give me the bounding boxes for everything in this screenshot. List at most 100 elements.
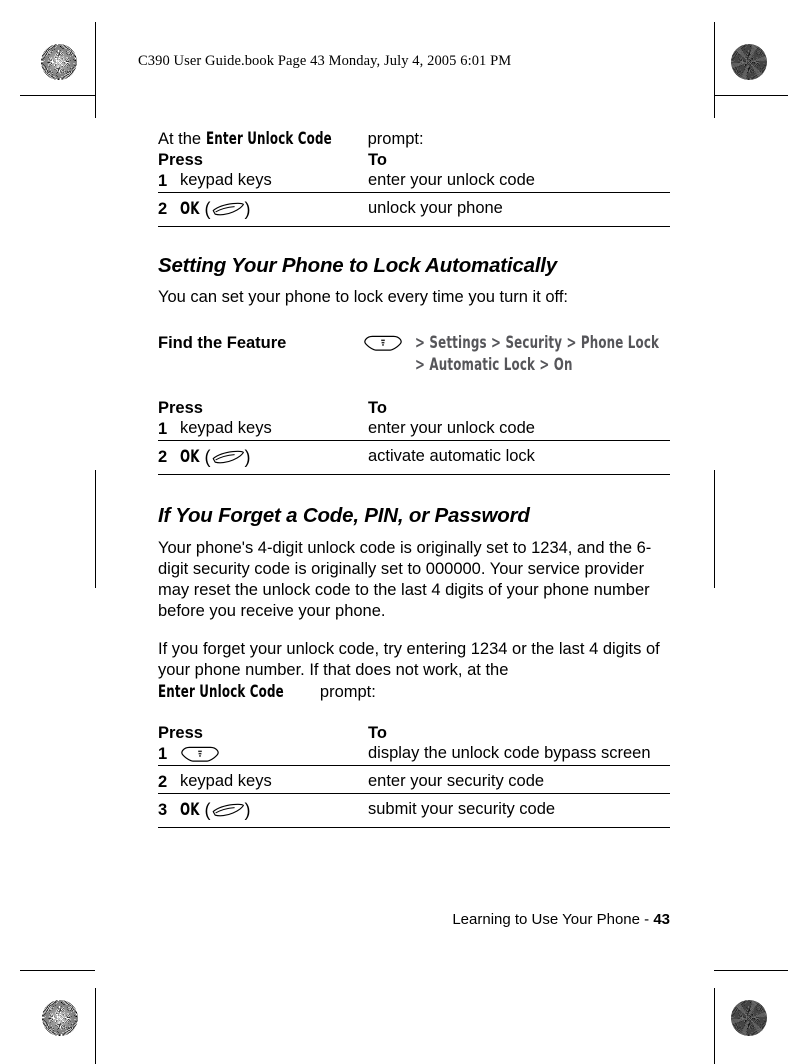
table-row: 3 OK ( ) submit your security code	[158, 793, 670, 828]
step-number: 1	[158, 745, 168, 763]
find-the-feature-path: > Settings > Security > Phone Lock > Aut…	[415, 332, 720, 376]
intro-paragraph: At the Enter Unlock Code prompt:	[158, 128, 670, 150]
paren-close: )	[244, 799, 251, 820]
menu-path-line-1: > Settings > Security > Phone Lock	[415, 332, 720, 354]
trim-line-top-left-vertical	[95, 22, 96, 118]
steps-table-auto-lock: Press To 1 keypad keys enter your unlock…	[158, 398, 670, 475]
menu-path-text-1: > Settings > Security > Phone Lock	[415, 333, 660, 352]
book-file-header: C390 User Guide.book Page 43 Monday, Jul…	[138, 53, 512, 69]
trim-line-right-upper-horizontal	[714, 95, 788, 96]
column-header-to: To	[368, 399, 387, 417]
registration-target-left-lower	[41, 930, 71, 960]
step-action: activate automatic lock	[368, 440, 670, 475]
ok-label: OK	[180, 199, 200, 218]
trim-line-bottom-left-vertical	[95, 988, 96, 1064]
menu-path-text-2: > Automatic Lock > On	[415, 355, 573, 374]
ok-softkey-label: OK ( )	[180, 799, 251, 820]
intro-text-after: prompt:	[363, 130, 424, 148]
ok-softkey-label: OK ( )	[180, 198, 251, 219]
column-header-to: To	[368, 151, 387, 169]
rosette-mark-top-left	[41, 44, 77, 80]
registration-target-right-upper	[736, 116, 766, 146]
soft-key-icon	[212, 202, 244, 215]
page-content: At the Enter Unlock Code prompt: Press T…	[158, 128, 670, 828]
column-header-press: Press	[158, 724, 203, 742]
step-number: 2	[158, 765, 180, 794]
forget-text-after: prompt:	[315, 683, 376, 701]
menu-key-icon	[181, 746, 219, 762]
rosette-mark-bottom-right	[731, 1000, 767, 1036]
step-key: keypad keys	[180, 419, 272, 437]
forget-paragraph-2: If you forget your unlock code, try ente…	[158, 639, 670, 703]
trim-line-left-upper-horizontal	[20, 95, 95, 96]
trim-line-right-middle	[714, 470, 715, 588]
forget-paragraph-1: Your phone's 4-digit unlock code is orig…	[158, 539, 652, 620]
table-row: 1 keypad keys enter your unlock code	[158, 418, 670, 441]
registration-target-right-lower	[736, 930, 766, 960]
table-header-row: Press To	[158, 723, 670, 743]
registration-target-bottom-left	[104, 1022, 134, 1052]
menu-key-icon	[364, 335, 402, 351]
table-row: 1 keypad keys enter your unlock code	[158, 170, 670, 193]
ui-term-enter-unlock-code: Enter Unlock Code	[158, 682, 284, 701]
step-action: enter your unlock code	[368, 419, 535, 437]
step-action: enter your unlock code	[368, 171, 535, 189]
trim-line-left-middle	[95, 470, 96, 588]
ui-term-enter-unlock-code: Enter Unlock Code	[205, 129, 332, 148]
table-header-row: Press To	[158, 150, 670, 170]
step-key: OK ( )	[180, 440, 368, 475]
ok-label: OK	[180, 447, 200, 466]
step-number: 2	[158, 192, 180, 227]
page-footer: Learning to Use Your Phone - 43	[158, 911, 670, 928]
ok-label: OK	[180, 800, 200, 819]
trim-line-right-lower-horizontal	[714, 970, 788, 971]
registration-target-right-middle	[736, 517, 766, 547]
steps-table-bypass: Press To 1 display the unlock code bypas…	[158, 723, 670, 828]
table-row: 2 OK ( ) unlock your phone	[158, 192, 670, 227]
step-number: 2	[158, 440, 180, 475]
soft-key-icon	[212, 450, 244, 463]
footer-chapter-name: Learning to Use Your Phone -	[452, 911, 654, 928]
step-action: unlock your phone	[368, 192, 670, 227]
step-key	[180, 743, 368, 766]
ok-softkey-label: OK ( )	[180, 446, 251, 467]
paren-close: )	[244, 446, 251, 467]
step-action: display the unlock code bypass screen	[368, 744, 651, 762]
intro-text-before: At the	[158, 130, 206, 148]
steps-table-unlock: Press To 1 keypad keys enter your unlock…	[158, 150, 670, 227]
trim-line-left-lower-horizontal	[20, 970, 95, 971]
rosette-mark-bottom-left	[42, 1000, 78, 1036]
rosette-mark-top-right	[731, 44, 767, 80]
soft-key-icon	[212, 803, 244, 816]
table-row: 1 display the unlock code bypass screen	[158, 743, 670, 766]
find-the-feature-block: Find the Feature > Settings > Security >…	[158, 332, 670, 376]
column-header-press: Press	[158, 399, 203, 417]
auto-lock-body-paragraph: You can set your phone to lock every tim…	[158, 288, 568, 306]
registration-target-bottom-center	[389, 1022, 419, 1052]
step-key: OK ( )	[180, 192, 368, 227]
step-key: keypad keys	[180, 765, 368, 794]
step-number: 1	[158, 172, 168, 190]
registration-target-left-upper	[41, 116, 71, 146]
section-heading-auto-lock: Setting Your Phone to Lock Automatically	[158, 254, 558, 277]
step-number: 3	[158, 793, 180, 828]
registration-target-left-middle	[41, 517, 71, 547]
trim-line-top-right-vertical	[714, 22, 715, 118]
forget-text-before: If you forget your unlock code, try ente…	[158, 640, 660, 679]
step-key: keypad keys	[180, 171, 272, 189]
menu-path-line-2: > Automatic Lock > On	[415, 354, 720, 376]
paren-close: )	[244, 198, 251, 219]
step-number: 1	[158, 420, 168, 438]
find-the-feature-key	[363, 332, 415, 352]
table-row: 2 keypad keys enter your security code	[158, 765, 670, 794]
registration-target-top-right	[674, 42, 704, 72]
table-header-row: Press To	[158, 398, 670, 418]
column-header-press: Press	[158, 151, 203, 169]
step-key: OK ( )	[180, 793, 368, 828]
registration-target-bottom-right	[674, 1022, 704, 1052]
trim-line-bottom-right-vertical	[714, 988, 715, 1064]
section-heading-forget-code: If You Forget a Code, PIN, or Password	[158, 504, 530, 527]
registration-target-top-left	[104, 42, 134, 72]
table-row: 2 OK ( ) activate automatic lock	[158, 440, 670, 475]
footer-page-number: 43	[653, 911, 670, 928]
